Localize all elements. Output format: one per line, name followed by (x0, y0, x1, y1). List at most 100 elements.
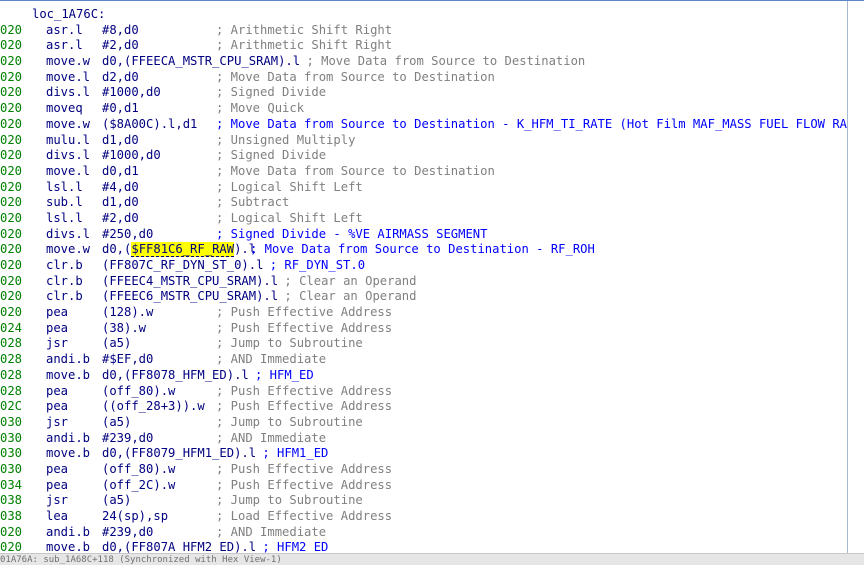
instruction-row[interactable]: 020 asr.l #8,d0 ; Arithmetic Shift Right (0, 23, 848, 39)
instruction-row[interactable]: 030 move.b d0,(FF8079_HFM1_ED).l ; HFM1_ED (0, 446, 848, 462)
instruction-operands[interactable]: d0,(FF8079_HFM1_ED).l (102, 446, 256, 462)
instruction-row[interactable]: 028 andi.b #$EF,d0 ; AND Immediate (0, 352, 848, 368)
instruction-address: 020 (0, 289, 23, 304)
instruction-operands[interactable]: (FFEEC6_MSTR_CPU_SRAM).l (102, 289, 278, 305)
instruction-address: 020 (0, 242, 23, 257)
instruction-operands[interactable]: #1000,d0 (102, 85, 161, 101)
instruction-comment: ; Move Data from Source to Destination (216, 163, 495, 178)
instruction-operands[interactable]: (a5) (102, 336, 131, 352)
instruction-operands[interactable]: (128).w (102, 305, 153, 321)
instruction-address: 034 (0, 477, 23, 492)
label-row: loc_1A76C: (0, 7, 848, 23)
instruction-operands[interactable]: #239,d0 (102, 431, 153, 447)
instruction-operands[interactable]: #4,d0 (102, 180, 139, 196)
instruction-mnemonic: move.w (46, 54, 91, 69)
instruction-comment: ; Move Quick (216, 101, 305, 116)
instruction-comment: ; Move Data from Source to Destination (306, 54, 586, 69)
instruction-comment: ; Move Data from Source to Destination -… (250, 242, 595, 257)
instruction-operands[interactable]: (off_80).w (102, 384, 175, 400)
instruction-address: 020 (0, 273, 23, 288)
instruction-comment: ; Push Effective Address (216, 461, 393, 476)
instruction-row[interactable]: 020 divs.l #250,d0 ; Signed Divide - %VE AI… (0, 227, 848, 243)
instruction-row[interactable]: 028 jsr (a5) ; Jump to Subroutine (0, 336, 848, 352)
instruction-row[interactable]: 020 move.l d2,d0 ; Move Data from Source to… (0, 70, 848, 86)
instruction-comment: ; HFM1_ED (262, 446, 329, 461)
instruction-operands[interactable]: d1,d0 (102, 195, 139, 211)
instruction-operands[interactable]: d0,(FFEECA_MSTR_CPU_SRAM).l (102, 54, 300, 70)
instruction-comment: ; AND Immediate (216, 524, 327, 539)
instruction-mnemonic: divs.l (46, 226, 91, 241)
instruction-operands[interactable]: #1000,d0 (102, 148, 161, 164)
instruction-row[interactable]: 02C pea ((off_28+3)).w ; Push Effective Add… (0, 399, 848, 415)
instruction-operands[interactable]: (a5) (102, 493, 131, 509)
instruction-operands[interactable]: d1,d0 (102, 133, 139, 149)
instruction-row[interactable]: 030 andi.b #239,d0 ; AND Immediate (0, 431, 848, 447)
disassembly-listing[interactable]: loc_1A76C: 020 asr.l #8,d0 ; Arithmetic Shif… (0, 7, 864, 556)
instruction-operands[interactable]: #2,d0 (102, 38, 139, 54)
instruction-address: 020 (0, 210, 23, 225)
instruction-operands[interactable]: #0,d1 (102, 101, 139, 117)
instruction-comment: ; Subtract (216, 195, 290, 210)
instruction-row[interactable]: 020 move.w d0,($FF81C6_RF_RAW).l; Move Dat… (0, 242, 848, 258)
instruction-row[interactable]: 020 andi.b #239,d0 ; AND Immediate (0, 525, 848, 541)
instruction-row[interactable]: 020 mulu.l d1,d0 ; Unsigned Multiply (0, 133, 848, 149)
instruction-row[interactable]: 020 clr.b (FF807C_RF_DYN_ST_0).l ; RF_DYN_S… (0, 258, 848, 274)
instruction-row[interactable]: 020 clr.b (FFEEC6_MSTR_CPU_SRAM).l ; Clear … (0, 289, 848, 305)
instruction-row[interactable]: 020 clr.b (FFEEC4_MSTR_CPU_SRAM).l ; Clear … (0, 274, 848, 290)
instruction-row[interactable]: 020 move.l d0,d1 ; Move Data from Source to… (0, 164, 848, 180)
vertical-scrollbar[interactable] (847, 1, 864, 553)
instruction-address: 038 (0, 493, 23, 508)
instruction-row[interactable]: 030 jsr (a5) ; Jump to Subroutine (0, 415, 848, 431)
instruction-comment: ; Arithmetic Shift Right (216, 22, 393, 37)
instruction-operands[interactable]: #239,d0 (102, 525, 153, 541)
instruction-comment: ; Jump to Subroutine (216, 493, 363, 508)
instruction-row[interactable]: 020 divs.l #1000,d0 ; Signed Divide (0, 148, 848, 164)
instruction-operands[interactable]: (FF807C_RF_DYN_ST_0).l (102, 258, 263, 274)
instruction-row[interactable]: 038 lea 24(sp),sp ; Load Effective Address (0, 509, 848, 525)
instruction-mnemonic: move.w (46, 116, 91, 131)
instruction-row[interactable]: 038 jsr (a5) ; Jump to Subroutine (0, 493, 848, 509)
highlighted-symbol[interactable]: $FF81C6_RF_RAW (131, 242, 235, 258)
instruction-operands[interactable]: #250,d0 (102, 227, 153, 243)
instruction-mnemonic: move.b (46, 367, 91, 382)
instruction-operands[interactable]: d0,($FF81C6_RF_RAW).l (102, 242, 256, 258)
instruction-operands[interactable]: d2,d0 (102, 70, 139, 86)
instruction-operands[interactable]: (off_80).w (102, 462, 175, 478)
instruction-row[interactable]: 020 divs.l #1000,d0 ; Signed Divide (0, 85, 848, 101)
instruction-row[interactable]: 020 asr.l #2,d0 ; Arithmetic Shift Right (0, 38, 848, 54)
instruction-operands[interactable]: (38).w (102, 321, 146, 337)
code-label[interactable]: loc_1A76C: (32, 7, 105, 23)
instruction-address: 028 (0, 367, 23, 382)
instruction-operands[interactable]: ((off_28+3)).w (102, 399, 205, 415)
instruction-operands[interactable]: (FFEEC4_MSTR_CPU_SRAM).l (102, 274, 278, 290)
instruction-operands[interactable]: d0,d1 (102, 164, 139, 180)
instruction-row[interactable]: 034 pea (off_2C).w ; Push Effective Address (0, 478, 848, 494)
instruction-operands[interactable]: (a5) (102, 415, 131, 431)
instruction-operands[interactable]: d0,(FF8078_HFM_ED).l (102, 368, 249, 384)
instruction-row[interactable]: 020 move.w d0,(FFEECA_MSTR_CPU_SRAM).l ; Mo… (0, 54, 848, 70)
instruction-operands[interactable]: 24(sp),sp (102, 509, 168, 525)
instruction-row[interactable]: 028 move.b d0,(FF8078_HFM_ED).l ; HFM_ED (0, 368, 848, 384)
disassembly-view[interactable]: loc_1A76C: 020 asr.l #8,d0 ; Arithmetic Shif… (0, 0, 864, 565)
instruction-row[interactable]: 030 pea (off_80).w ; Push Effective Address (0, 462, 848, 478)
instruction-mnemonic: mulu.l (46, 132, 91, 147)
instruction-address: 020 (0, 85, 23, 100)
instruction-row[interactable]: 020 lsl.l #4,d0 ; Logical Shift Left (0, 180, 848, 196)
instruction-row[interactable]: 028 pea (off_80).w ; Push Effective Address (0, 384, 848, 400)
instruction-row[interactable]: 020 moveq #0,d1 ; Move Quick (0, 101, 848, 117)
instruction-row[interactable]: 020 lsl.l #2,d0 ; Logical Shift Left (0, 211, 848, 227)
instruction-operands[interactable]: #2,d0 (102, 211, 139, 227)
instruction-mnemonic: asr.l (46, 38, 83, 53)
instruction-row[interactable]: 020 sub.l d1,d0 ; Subtract (0, 195, 848, 211)
instruction-comment: ; Push Effective Address (216, 477, 393, 492)
instruction-row[interactable]: 020 move.w ($8A00C).l,d1 ; Move Data from S… (0, 116, 864, 133)
status-text: 01A76A: sub_1A68C+118 (Synchronized with… (0, 555, 282, 565)
instruction-operands[interactable]: ($8A00C).l,d1 (102, 117, 197, 133)
instruction-operands[interactable]: (off_2C).w (102, 478, 175, 494)
instruction-mnemonic: lsl.l (46, 179, 83, 194)
instruction-row[interactable]: 020 pea (128).w ; Push Effective Address (0, 305, 848, 321)
instruction-operands[interactable]: #8,d0 (102, 23, 139, 39)
instruction-row[interactable]: 024 pea (38).w ; Push Effective Address (0, 321, 848, 337)
instruction-operands[interactable]: #$EF,d0 (102, 352, 153, 368)
instruction-address: 020 (0, 226, 23, 241)
